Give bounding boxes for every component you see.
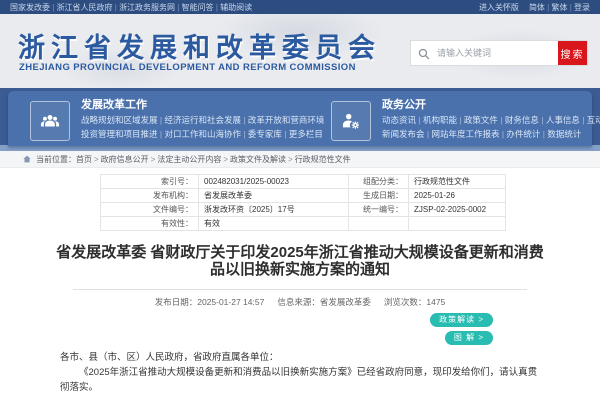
main-navigation: 发展改革工作 战略规划和区域发展经济运行和社会发展改革开放和营商环境 投资管理和… bbox=[0, 88, 600, 151]
body-paragraph: 《2025年浙江省推动大规模设备更新和消费品以旧换新实施方案》已经省政府同意，现… bbox=[60, 365, 540, 395]
language-links: 简体繁体登录 bbox=[529, 2, 590, 13]
related-buttons: 政策解读 > 图 解 > bbox=[0, 313, 600, 345]
breadcrumb-proactive-disclosure[interactable]: 法定主动公开内容 bbox=[157, 155, 230, 164]
breadcrumb-home[interactable]: 首页 bbox=[76, 155, 101, 164]
nav-link-data-stats[interactable]: 数据统计 bbox=[547, 129, 581, 139]
home-icon bbox=[22, 154, 32, 164]
breadcrumb-label: 当前位置： bbox=[36, 154, 76, 165]
nav-link-press-conference[interactable]: 新闻发布会 bbox=[382, 129, 431, 139]
lang-traditional-link[interactable]: 繁体 bbox=[551, 3, 574, 12]
info-source: 信息来源：省发展改革委 bbox=[277, 296, 371, 308]
nav-link-finance-info[interactable]: 财务信息 bbox=[505, 115, 546, 125]
meta-label-empty bbox=[349, 217, 409, 231]
nav-link-economic-operation[interactable]: 经济运行和社会发展 bbox=[164, 115, 247, 125]
nav-link-investment-mgmt[interactable]: 投资管理和项目推进 bbox=[81, 129, 164, 139]
nav-section-text: 政务公开 动态资讯机构职能政策文件财务信息人事信息互动交流 新闻发布会网站年度工… bbox=[382, 98, 600, 146]
nav-panel: 发展改革工作 战略规划和区域发展经济运行和社会发展改革开放和营商环境 投资管理和… bbox=[8, 91, 592, 146]
nav-link-case-stats[interactable]: 办件统计 bbox=[506, 129, 547, 139]
table-row: 发布机构： 省发展改革委 生成日期： 2025-01-26 bbox=[101, 189, 506, 203]
nav-link-expert-library[interactable]: 委专家库 bbox=[248, 129, 289, 139]
nav-link-strategic-planning[interactable]: 战略规划和区域发展 bbox=[81, 115, 164, 125]
search-icon bbox=[417, 47, 431, 61]
meta-value-category: 行政规范性文件 bbox=[409, 175, 506, 189]
table-row: 有效性： 有效 bbox=[101, 217, 506, 231]
article-meta: 发布日期：2025-01-27 14:57 信息来源：省发展改革委 浏览次数：1… bbox=[0, 296, 600, 308]
meta-label-docnum: 文件编号： bbox=[101, 203, 199, 217]
nav-links-row: 战略规划和区域发展经济运行和社会发展改革开放和营商环境 bbox=[81, 113, 324, 127]
breadcrumb-policy-docs[interactable]: 政策文件及解读 bbox=[230, 155, 295, 164]
meta-label-unified-num: 统一编号： bbox=[349, 203, 409, 217]
graphic-interpretation-button[interactable]: 图 解 > bbox=[445, 331, 493, 345]
topbar-link-zj-gov[interactable]: 浙江省人民政府 bbox=[57, 3, 120, 12]
nav-link-interaction[interactable]: 互动交流 bbox=[587, 115, 600, 125]
nav-links-row: 动态资讯机构职能政策文件财务信息人事信息互动交流 bbox=[382, 113, 600, 127]
meta-value-date: 2025-01-26 bbox=[409, 189, 506, 203]
search-input[interactable] bbox=[411, 41, 558, 65]
document-meta-table: 索引号： 002482031/2025-00023 组配分类： 行政规范性文件 … bbox=[100, 174, 506, 231]
page-title: 省发展改革委 省财政厅关于印发2025年浙江省推动大规模设备更新和消费品以旧换新… bbox=[56, 244, 544, 278]
nav-link-hr-info[interactable]: 人事信息 bbox=[546, 115, 587, 125]
nav-link-news[interactable]: 动态资讯 bbox=[382, 115, 423, 125]
nav-link-functions[interactable]: 机构职能 bbox=[423, 115, 464, 125]
meta-label-category: 组配分类： bbox=[349, 175, 409, 189]
meta-label-validity: 有效性： bbox=[101, 217, 199, 231]
masthead: 浙江省发展和改革委员会 ZHEJIANG PROVINCIAL DEVELOPM… bbox=[0, 14, 600, 88]
meta-value-index: 002482031/2025-00023 bbox=[199, 175, 349, 189]
table-row: 文件编号： 浙发改环资〔2025〕17号 统一编号： ZJSP-02-2025-… bbox=[101, 203, 506, 217]
table-row: 索引号： 002482031/2025-00023 组配分类： 行政规范性文件 bbox=[101, 175, 506, 189]
title-divider bbox=[73, 289, 527, 290]
nav-section-gov-disclosure: 政务公开 动态资讯机构职能政策文件财务信息人事信息互动交流 新闻发布会网站年度工… bbox=[308, 91, 600, 146]
search-box: 搜索 bbox=[410, 40, 588, 66]
nav-link-counterpart-work[interactable]: 对口工作和山海协作 bbox=[164, 129, 247, 139]
breadcrumb: 当前位置： 首页政府信息公开法定主动公开内容政策文件及解读行政规范性文件 bbox=[0, 151, 600, 168]
nav-section-development-reform: 发展改革工作 战略规划和区域发展经济运行和社会发展改革开放和营商环境 投资管理和… bbox=[8, 91, 308, 146]
nav-links-row: 新闻发布会网站年度工作报表办件统计数据统计 bbox=[382, 127, 600, 141]
topbar-links: 国家发改委浙江省人民政府浙江政务服务网智能问答辅助阅读 bbox=[10, 2, 252, 13]
policy-interpretation-button[interactable]: 政策解读 > bbox=[430, 313, 493, 327]
nav-links-row: 投资管理和项目推进对口工作和山海协作委专家库更多栏目 bbox=[81, 127, 324, 141]
site-subtitle: ZHEJIANG PROVINCIAL DEVELOPMENT AND REFO… bbox=[19, 62, 356, 73]
person-gear-icon bbox=[331, 101, 371, 141]
login-link[interactable]: 登录 bbox=[574, 3, 590, 12]
meta-value-empty bbox=[409, 217, 506, 231]
breadcrumb-gov-info[interactable]: 政府信息公开 bbox=[101, 155, 158, 164]
site-title: 浙江省发展和改革委员会 bbox=[18, 26, 381, 65]
meta-value-validity: 有效 bbox=[199, 217, 349, 231]
topbar-link-ndrc[interactable]: 国家发改委 bbox=[10, 3, 57, 12]
meta-value-unified-num: ZJSP-02-2025-0002 bbox=[409, 203, 506, 217]
nav-link-policy-docs[interactable]: 政策文件 bbox=[464, 115, 505, 125]
topbar-link-assist-read[interactable]: 辅助阅读 bbox=[220, 3, 252, 12]
view-count: 浏览次数：1475 bbox=[384, 296, 445, 308]
top-utility-bar: 国家发改委浙江省人民政府浙江政务服务网智能问答辅助阅读 进入关怀版 简体繁体登录 bbox=[0, 0, 600, 14]
care-mode-link[interactable]: 进入关怀版 bbox=[479, 2, 519, 13]
page: 国家发改委浙江省人民政府浙江政务服务网智能问答辅助阅读 进入关怀版 简体繁体登录… bbox=[0, 0, 600, 400]
body-paragraph: 各市、县（市、区）人民政府，省政府直属各单位： bbox=[60, 350, 540, 365]
topbar-right: 进入关怀版 简体繁体登录 bbox=[479, 2, 590, 13]
publish-date: 发布日期：2025-01-27 14:57 bbox=[155, 296, 265, 308]
nav-title-gov-disclosure[interactable]: 政务公开 bbox=[382, 98, 600, 113]
meta-value-issuer: 省发展改革委 bbox=[199, 189, 349, 203]
lang-simplified-link[interactable]: 简体 bbox=[529, 3, 552, 12]
meta-label-index: 索引号： bbox=[101, 175, 199, 189]
breadcrumb-trail: 首页政府信息公开法定主动公开内容政策文件及解读行政规范性文件 bbox=[76, 154, 351, 165]
topbar-link-zj-service[interactable]: 浙江政务服务网 bbox=[119, 3, 182, 12]
meta-label-date: 生成日期： bbox=[349, 189, 409, 203]
nav-title-development-reform[interactable]: 发展改革工作 bbox=[81, 98, 324, 113]
topbar-link-smart-qa[interactable]: 智能问答 bbox=[182, 3, 221, 12]
search-button[interactable]: 搜索 bbox=[558, 41, 587, 65]
nav-section-text: 发展改革工作 战略规划和区域发展经济运行和社会发展改革开放和营商环境 投资管理和… bbox=[81, 98, 324, 146]
meta-value-docnum: 浙发改环资〔2025〕17号 bbox=[199, 203, 349, 217]
article-body: 各市、县（市、区）人民政府，省政府直属各单位： 《2025年浙江省推动大规模设备… bbox=[60, 350, 540, 395]
breadcrumb-normative-docs[interactable]: 行政规范性文件 bbox=[295, 155, 351, 164]
nav-link-annual-report[interactable]: 网站年度工作报表 bbox=[431, 129, 506, 139]
meta-label-issuer: 发布机构： bbox=[101, 189, 199, 203]
people-group-icon bbox=[30, 101, 70, 141]
